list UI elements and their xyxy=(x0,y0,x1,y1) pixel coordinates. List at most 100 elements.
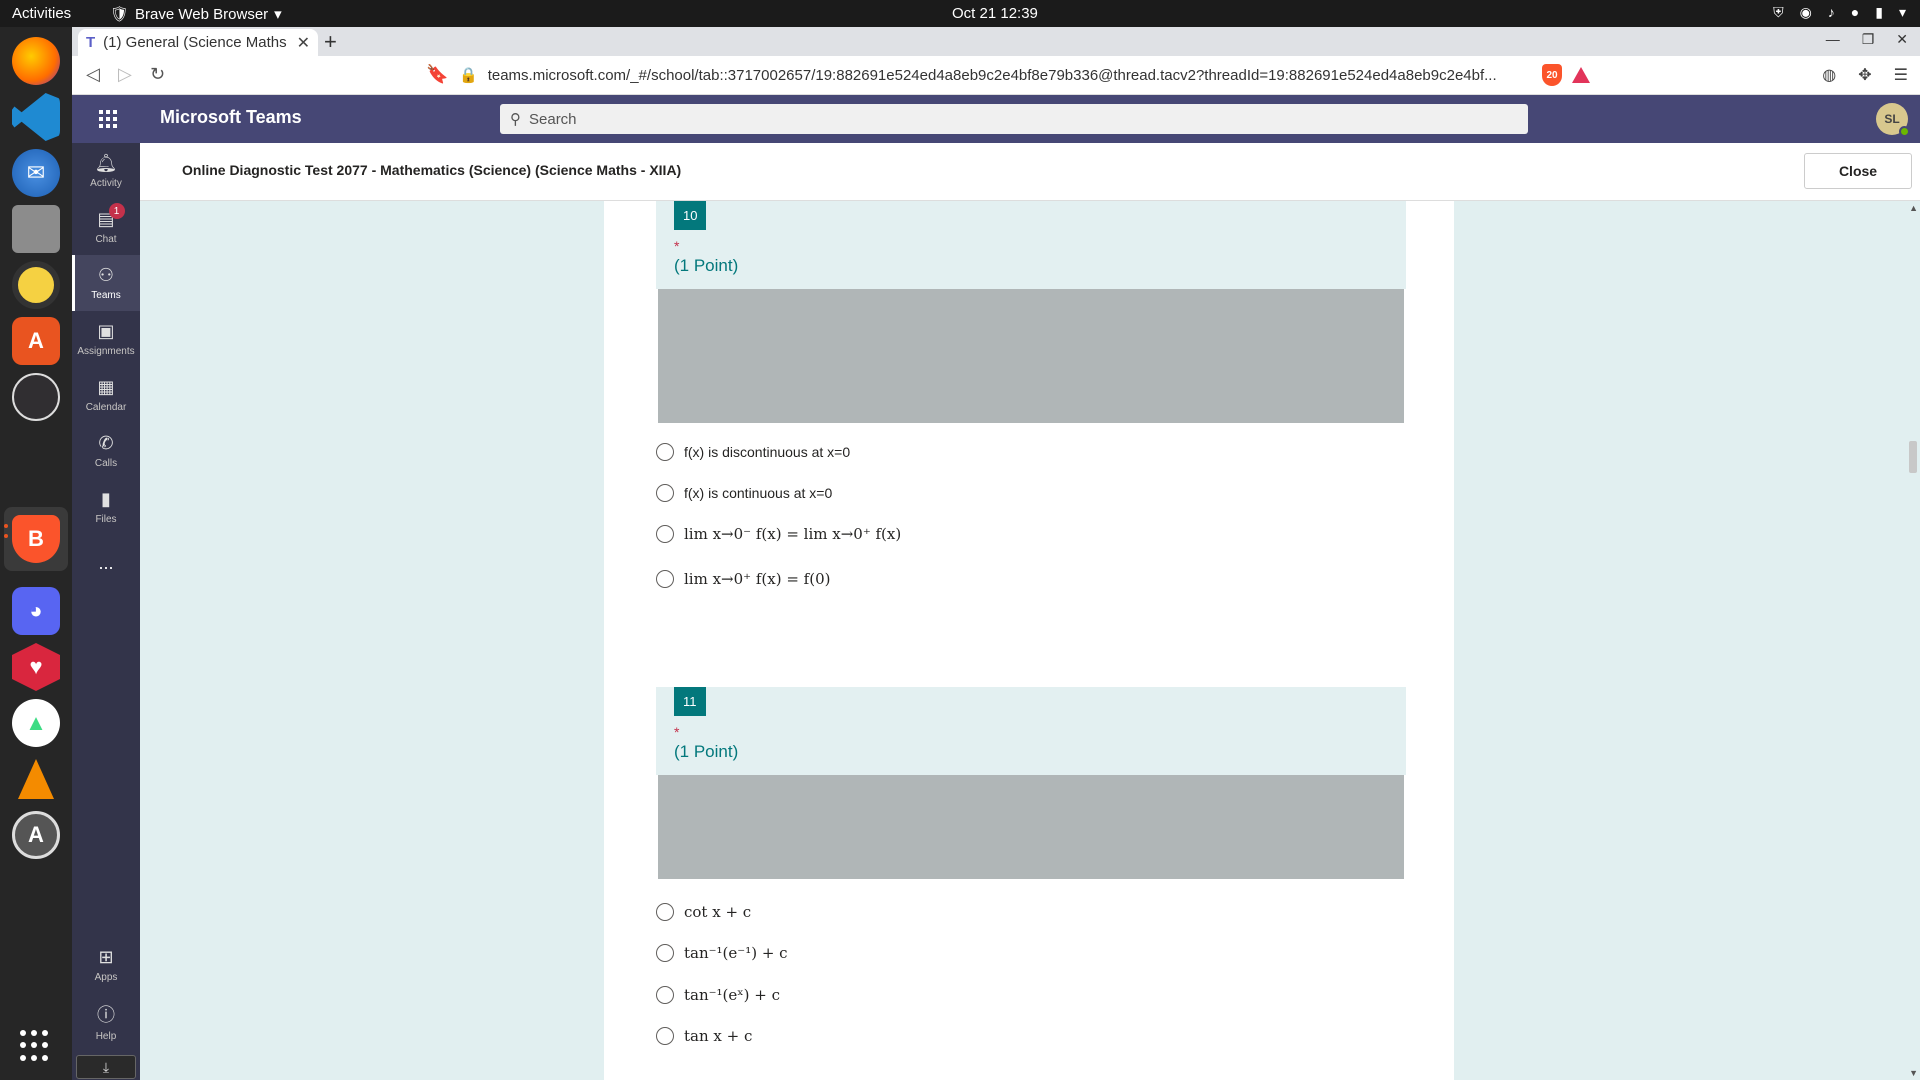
apps-icon: ⊞ xyxy=(98,947,114,967)
radio-button[interactable] xyxy=(656,525,674,543)
radio-button[interactable] xyxy=(656,1027,674,1045)
option-label: tan⁻¹(e⁻¹) + c xyxy=(684,944,788,962)
option-label: tan x + c xyxy=(684,1027,753,1045)
discord-icon[interactable]: ◕ xyxy=(12,587,60,635)
option-radio[interactable]: lim x→0⁺ f(x) = f(0) xyxy=(656,570,830,588)
battery-icon: ▮ xyxy=(1875,4,1883,20)
app-menu[interactable]: 🛡 Brave Web Browser ▾ xyxy=(110,5,282,24)
rail-item-apps[interactable]: ⊞ Apps xyxy=(72,937,140,993)
back-icon[interactable]: ◁ xyxy=(86,64,100,85)
search-icon: ⚲ xyxy=(510,111,521,128)
radio-button[interactable] xyxy=(656,570,674,588)
clock[interactable]: Oct 21 12:39 xyxy=(952,5,1038,22)
address-bar[interactable]: 🔒 teams.microsoft.com/_#/school/tab::371… xyxy=(447,60,1602,90)
rail-item-activity[interactable]: 🔔︎ Activity xyxy=(72,143,140,199)
question-card: 11 * (1 Point) cot x + c tan⁻¹(e⁻¹) + c xyxy=(656,687,1406,1079)
question-header: 10 * (1 Point) xyxy=(656,201,1406,287)
new-tab-button[interactable]: + xyxy=(324,29,337,55)
more-apps-button[interactable]: ... xyxy=(72,535,140,591)
page-scrollbar[interactable]: ▲ ▼ xyxy=(1906,201,1920,1080)
window-close-icon[interactable]: ✕ xyxy=(1896,31,1908,48)
download-icon[interactable]: ⤓ xyxy=(76,1055,136,1079)
heart-app-icon[interactable]: ♥ xyxy=(12,643,60,691)
wallet-icon[interactable]: ◍ xyxy=(1822,65,1836,85)
rail-item-help[interactable]: ⓘ Help xyxy=(72,993,140,1049)
obs-icon[interactable] xyxy=(12,373,60,421)
volume-icon: ♪ xyxy=(1827,4,1835,20)
scroll-down-icon[interactable]: ▼ xyxy=(1909,1068,1918,1078)
activities-button[interactable]: Activities xyxy=(12,5,71,22)
menu-icon[interactable]: ☰ xyxy=(1894,65,1908,85)
form-panel: 10 * (1 Point) f(x) is discontinuous at … xyxy=(604,201,1454,1080)
question-points: (1 Point) xyxy=(674,742,739,761)
firefox-icon[interactable] xyxy=(12,37,60,85)
presence-indicator xyxy=(1899,126,1910,137)
search-placeholder: Search xyxy=(529,110,577,128)
android-studio-icon[interactable]: ▲ xyxy=(12,699,60,747)
option-radio[interactable]: f(x) is continuous at x=0 xyxy=(656,484,832,502)
teams-favicon-icon: T xyxy=(86,34,96,51)
bookmark-icon[interactable]: 🔖 xyxy=(426,64,448,85)
option-radio[interactable]: tan⁻¹(eˣ) + c xyxy=(656,986,780,1004)
option-radio[interactable]: tan⁻¹(e⁻¹) + c xyxy=(656,944,788,962)
avatar[interactable]: SL xyxy=(1876,103,1910,137)
reload-icon[interactable]: ↻ xyxy=(150,64,165,85)
rhythmbox-icon[interactable] xyxy=(12,261,60,309)
teams-header: Microsoft Teams ⚲ Search SL xyxy=(72,95,1920,143)
files-icon[interactable] xyxy=(12,205,60,253)
brave-shields-icon[interactable]: 20 xyxy=(1542,64,1562,86)
rail-item-calls[interactable]: ✆ Calls xyxy=(72,423,140,479)
teams-icon: ⚇ xyxy=(97,265,115,285)
close-button[interactable]: Close xyxy=(1804,153,1912,189)
option-radio[interactable]: tan x + c xyxy=(656,1027,752,1045)
app-launcher-icon[interactable] xyxy=(99,110,117,128)
vlc-icon[interactable] xyxy=(12,755,60,803)
option-label: cot x + c xyxy=(684,903,752,921)
calendar-icon: ▦ xyxy=(97,377,115,397)
thunderbird-icon[interactable]: ✉ xyxy=(12,149,60,197)
option-radio[interactable]: f(x) is discontinuous at x=0 xyxy=(656,443,850,461)
rail-item-calendar[interactable]: ▦ Calendar xyxy=(72,367,140,423)
system-tray[interactable]: ⛨ ◉ ♪ ● ▮ ▾ xyxy=(1773,4,1906,21)
tab-close-icon[interactable]: ✕ xyxy=(297,33,310,53)
brave-icon[interactable]: B xyxy=(12,515,60,563)
software-center-icon[interactable]: A xyxy=(12,317,60,365)
rail-item-assignments[interactable]: ▣ Assignments xyxy=(72,311,140,367)
show-applications-icon[interactable] xyxy=(20,1030,52,1062)
radio-button[interactable] xyxy=(656,986,674,1004)
vscode-icon[interactable] xyxy=(12,93,60,141)
restore-icon[interactable]: ❐ xyxy=(1862,31,1875,48)
scrollbar-thumb[interactable] xyxy=(1909,441,1917,473)
minimize-icon[interactable]: — xyxy=(1826,31,1840,48)
rail-label: Activity xyxy=(90,178,122,189)
power-menu-icon: ▾ xyxy=(1898,4,1906,20)
option-radio[interactable]: lim x→0⁻ f(x) = lim x→0⁺ f(x) xyxy=(656,525,901,543)
rail-item-chat[interactable]: ▤ 1 Chat xyxy=(72,199,140,255)
rail-item-teams[interactable]: ⚇ Teams xyxy=(72,255,140,311)
running-indicator xyxy=(4,534,8,538)
system-top-bar: Activities 🛡 Brave Web Browser ▾ Oct 21 … xyxy=(0,0,1920,27)
window-controls: — ❐ ✕ xyxy=(1826,31,1908,48)
option-label: f(x) is discontinuous at x=0 xyxy=(684,444,851,460)
search-input[interactable]: ⚲ Search xyxy=(500,104,1528,134)
software-updater-icon[interactable]: A xyxy=(12,811,60,859)
brave-rewards-icon[interactable] xyxy=(1572,67,1590,83)
extensions-icon[interactable]: ✥ xyxy=(1858,65,1871,85)
radio-button[interactable] xyxy=(656,443,674,461)
radio-button[interactable] xyxy=(656,903,674,921)
tab-content: Online Diagnostic Test 2077 - Mathematic… xyxy=(140,143,1920,1080)
option-radio[interactable]: cot x + c xyxy=(656,903,751,921)
more-icon: ... xyxy=(98,552,114,573)
browser-toolbar: ◁ ▷ ↻ 🔖 🔒 teams.microsoft.com/_#/school/… xyxy=(72,56,1920,95)
question-card: 10 * (1 Point) f(x) is discontinuous at … xyxy=(656,201,1406,623)
option-label: lim x→0⁺ f(x) = f(0) xyxy=(684,570,831,588)
toolbar-actions: ◍ ✥ ☰ xyxy=(1822,65,1908,85)
teams-left-rail: 🔔︎ Activity ▤ 1 Chat ⚇ Teams ▣ Assignment… xyxy=(72,143,140,1080)
file-icon: ▮ xyxy=(101,489,111,509)
tab-teams[interactable]: T (1) General (Science Maths ✕ xyxy=(78,29,318,56)
forward-icon[interactable]: ▷ xyxy=(118,64,132,85)
radio-button[interactable] xyxy=(656,484,674,502)
radio-button[interactable] xyxy=(656,944,674,962)
rail-item-files[interactable]: ▮ Files xyxy=(72,479,140,535)
scroll-up-icon[interactable]: ▲ xyxy=(1909,203,1918,213)
